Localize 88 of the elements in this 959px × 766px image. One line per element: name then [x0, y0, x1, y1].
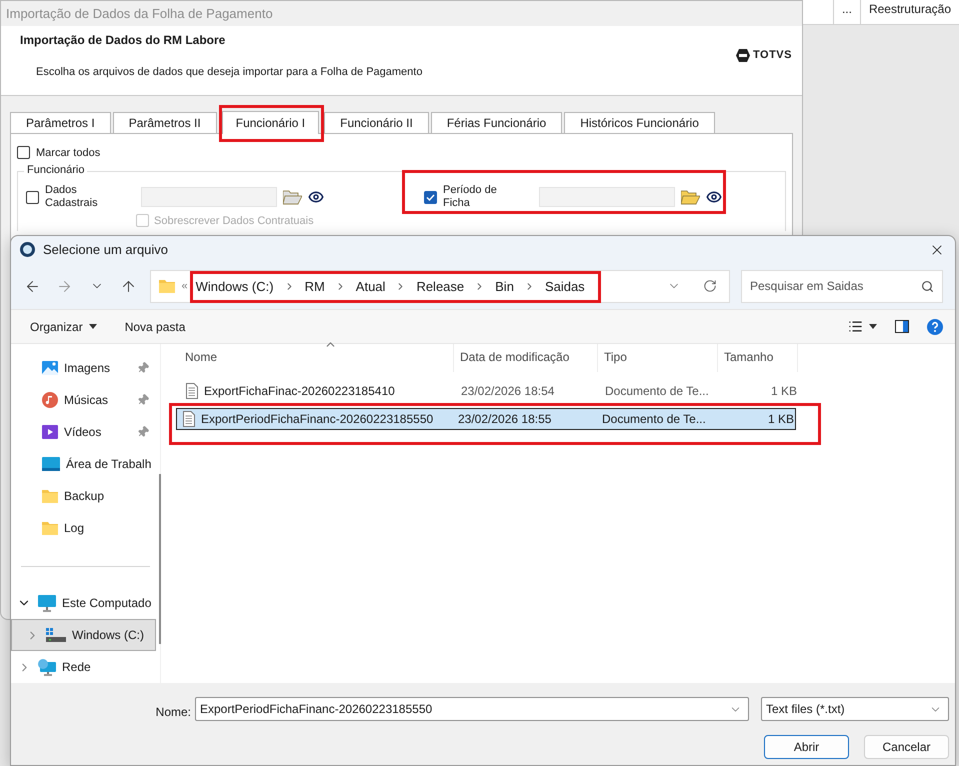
open-folder-icon[interactable] — [681, 189, 700, 205]
tab[interactable]: Férias Funcionário — [430, 112, 562, 133]
text-file-icon — [186, 383, 198, 400]
dialog-title: Selecione um arquivo — [43, 242, 170, 258]
monitor-icon — [38, 594, 56, 612]
music-icon — [42, 392, 58, 408]
checkbox[interactable] — [17, 146, 30, 159]
search-field[interactable]: Pesquisar em Saidas — [741, 270, 943, 303]
checkbox-label: Sobrescrever Dados Contratuais — [154, 214, 314, 226]
checkbox-label: Período de Ficha — [443, 184, 498, 210]
preview-pane-icon[interactable] — [895, 320, 909, 334]
column-header[interactable]: Nome — [179, 344, 454, 372]
view-options-icon[interactable] — [848, 319, 863, 334]
help-icon[interactable] — [927, 318, 943, 335]
nav-item[interactable]: Backup — [11, 480, 156, 512]
open-folder-icon[interactable] — [283, 189, 302, 205]
file-type-dropdown[interactable]: Text files (*.txt) — [761, 697, 949, 722]
toolbar-button[interactable]: Nova pasta — [124, 320, 186, 334]
breadcrumb[interactable]: Saidas — [544, 278, 585, 294]
group-title: Funcionário — [24, 164, 88, 176]
breadcrumb[interactable]: RM — [304, 278, 325, 294]
cancel-button[interactable]: Cancelar — [864, 735, 949, 760]
type-cell-text: Documento de Te... — [601, 412, 707, 426]
date-cell-text: 23/02/2026 18:54 — [460, 384, 556, 398]
nav-item[interactable]: Área de Trabalh — [11, 448, 156, 480]
tab[interactable]: Funcionário I — [222, 111, 320, 134]
date-cell-text: 23/02/2026 18:55 — [457, 412, 552, 426]
folder-icon — [42, 489, 58, 504]
logo-text: TOTVS — [753, 49, 792, 61]
file-name-cell: ExportFichaFinac-20260223185410 — [180, 383, 455, 400]
caret-icon[interactable] — [88, 324, 97, 330]
breadcrumb[interactable]: Bin — [495, 278, 514, 294]
eye-icon[interactable] — [308, 189, 324, 205]
film-icon — [42, 424, 58, 440]
scrollbar[interactable] — [159, 474, 161, 644]
size-cell-text: 1 KB — [770, 384, 798, 398]
window-title: Importação de Dados da Folha de Pagamento — [5, 5, 274, 23]
tab[interactable]: Históricos Funcionário — [564, 112, 715, 133]
tab[interactable]: Funcionário II — [324, 112, 429, 133]
app-icon — [20, 242, 35, 258]
type-cell-text: Documento de Te... — [604, 384, 710, 398]
folder-icon — [159, 279, 176, 294]
size-cell-text: 1 KB — [766, 412, 795, 426]
folder-icon — [42, 521, 58, 536]
nav-item[interactable]: Rede — [11, 651, 156, 684]
column-header[interactable]: Tamanho — [718, 344, 798, 372]
address-bar[interactable]: « Windows (C:) RM Atual Release Bin Saidas — [150, 270, 730, 303]
breadcrumb[interactable]: Release — [416, 278, 464, 294]
breadcrumb[interactable]: Atual — [356, 278, 386, 294]
desktop-icon — [42, 457, 60, 472]
column-header: Reestruturação — [860, 0, 959, 24]
column-header[interactable]: Data de modificação — [454, 344, 598, 372]
tab[interactable]: Parâmetros I — [10, 112, 111, 133]
file-row[interactable]: ExportFichaFinac-20260223185410 23/02/2026 18:54 Documento de Te... 1 KB — [179, 380, 799, 402]
file-name-label: Nome: — [156, 705, 191, 720]
checkbox-label: Dados Cadastrais — [45, 184, 99, 210]
nav-item[interactable]: Músicas — [11, 384, 156, 416]
file-name-field[interactable]: ExportPeriodFichaFinanc-20260223185550 — [195, 697, 749, 722]
pictures-icon — [42, 360, 58, 376]
column-header: ... — [832, 0, 860, 24]
nav-item[interactable]: Windows (C:) — [11, 619, 156, 652]
checkbox[interactable] — [424, 190, 437, 204]
nav-item[interactable]: Imagens — [11, 352, 156, 384]
checkbox-label: Marcar todos — [36, 146, 100, 158]
file-row[interactable]: ExportPeriodFichaFinanc-20260223185550 23/02/2026 18:55 Documento de Te... 1 KB — [176, 408, 796, 430]
file-path-field[interactable] — [539, 187, 675, 207]
menu-button[interactable]: Organizar — [30, 320, 97, 334]
text-file-icon — [183, 411, 195, 428]
nav-item[interactable]: Log — [11, 512, 156, 544]
refresh-icon[interactable] — [703, 279, 717, 294]
overflow-indicator[interactable]: « — [181, 280, 188, 292]
caret-icon[interactable] — [869, 324, 877, 330]
nav-item[interactable]: Este Computado — [11, 587, 156, 620]
network-icon — [38, 658, 56, 676]
file-path-field[interactable] — [141, 187, 277, 207]
search-icon[interactable] — [921, 280, 934, 293]
file-name-cell: ExportPeriodFichaFinanc-20260223185550 — [177, 411, 452, 428]
tab[interactable]: Parâmetros II — [112, 112, 217, 133]
column-header[interactable]: Tipo — [598, 344, 718, 372]
nav-item[interactable]: Vídeos — [11, 416, 156, 448]
checkbox[interactable] — [26, 190, 39, 204]
breadcrumb[interactable]: Windows (C:) — [196, 278, 274, 294]
logo-mark-icon — [736, 48, 750, 62]
header-subtitle: Escolha os arquivos de dados que deseja importar para a Folha de Pagamento — [36, 66, 422, 78]
drive-icon — [46, 628, 66, 642]
header-title: Importação de Dados do RM Labore — [20, 33, 226, 47]
eye-icon[interactable] — [706, 189, 722, 205]
open-button[interactable]: Abrir — [764, 735, 849, 760]
